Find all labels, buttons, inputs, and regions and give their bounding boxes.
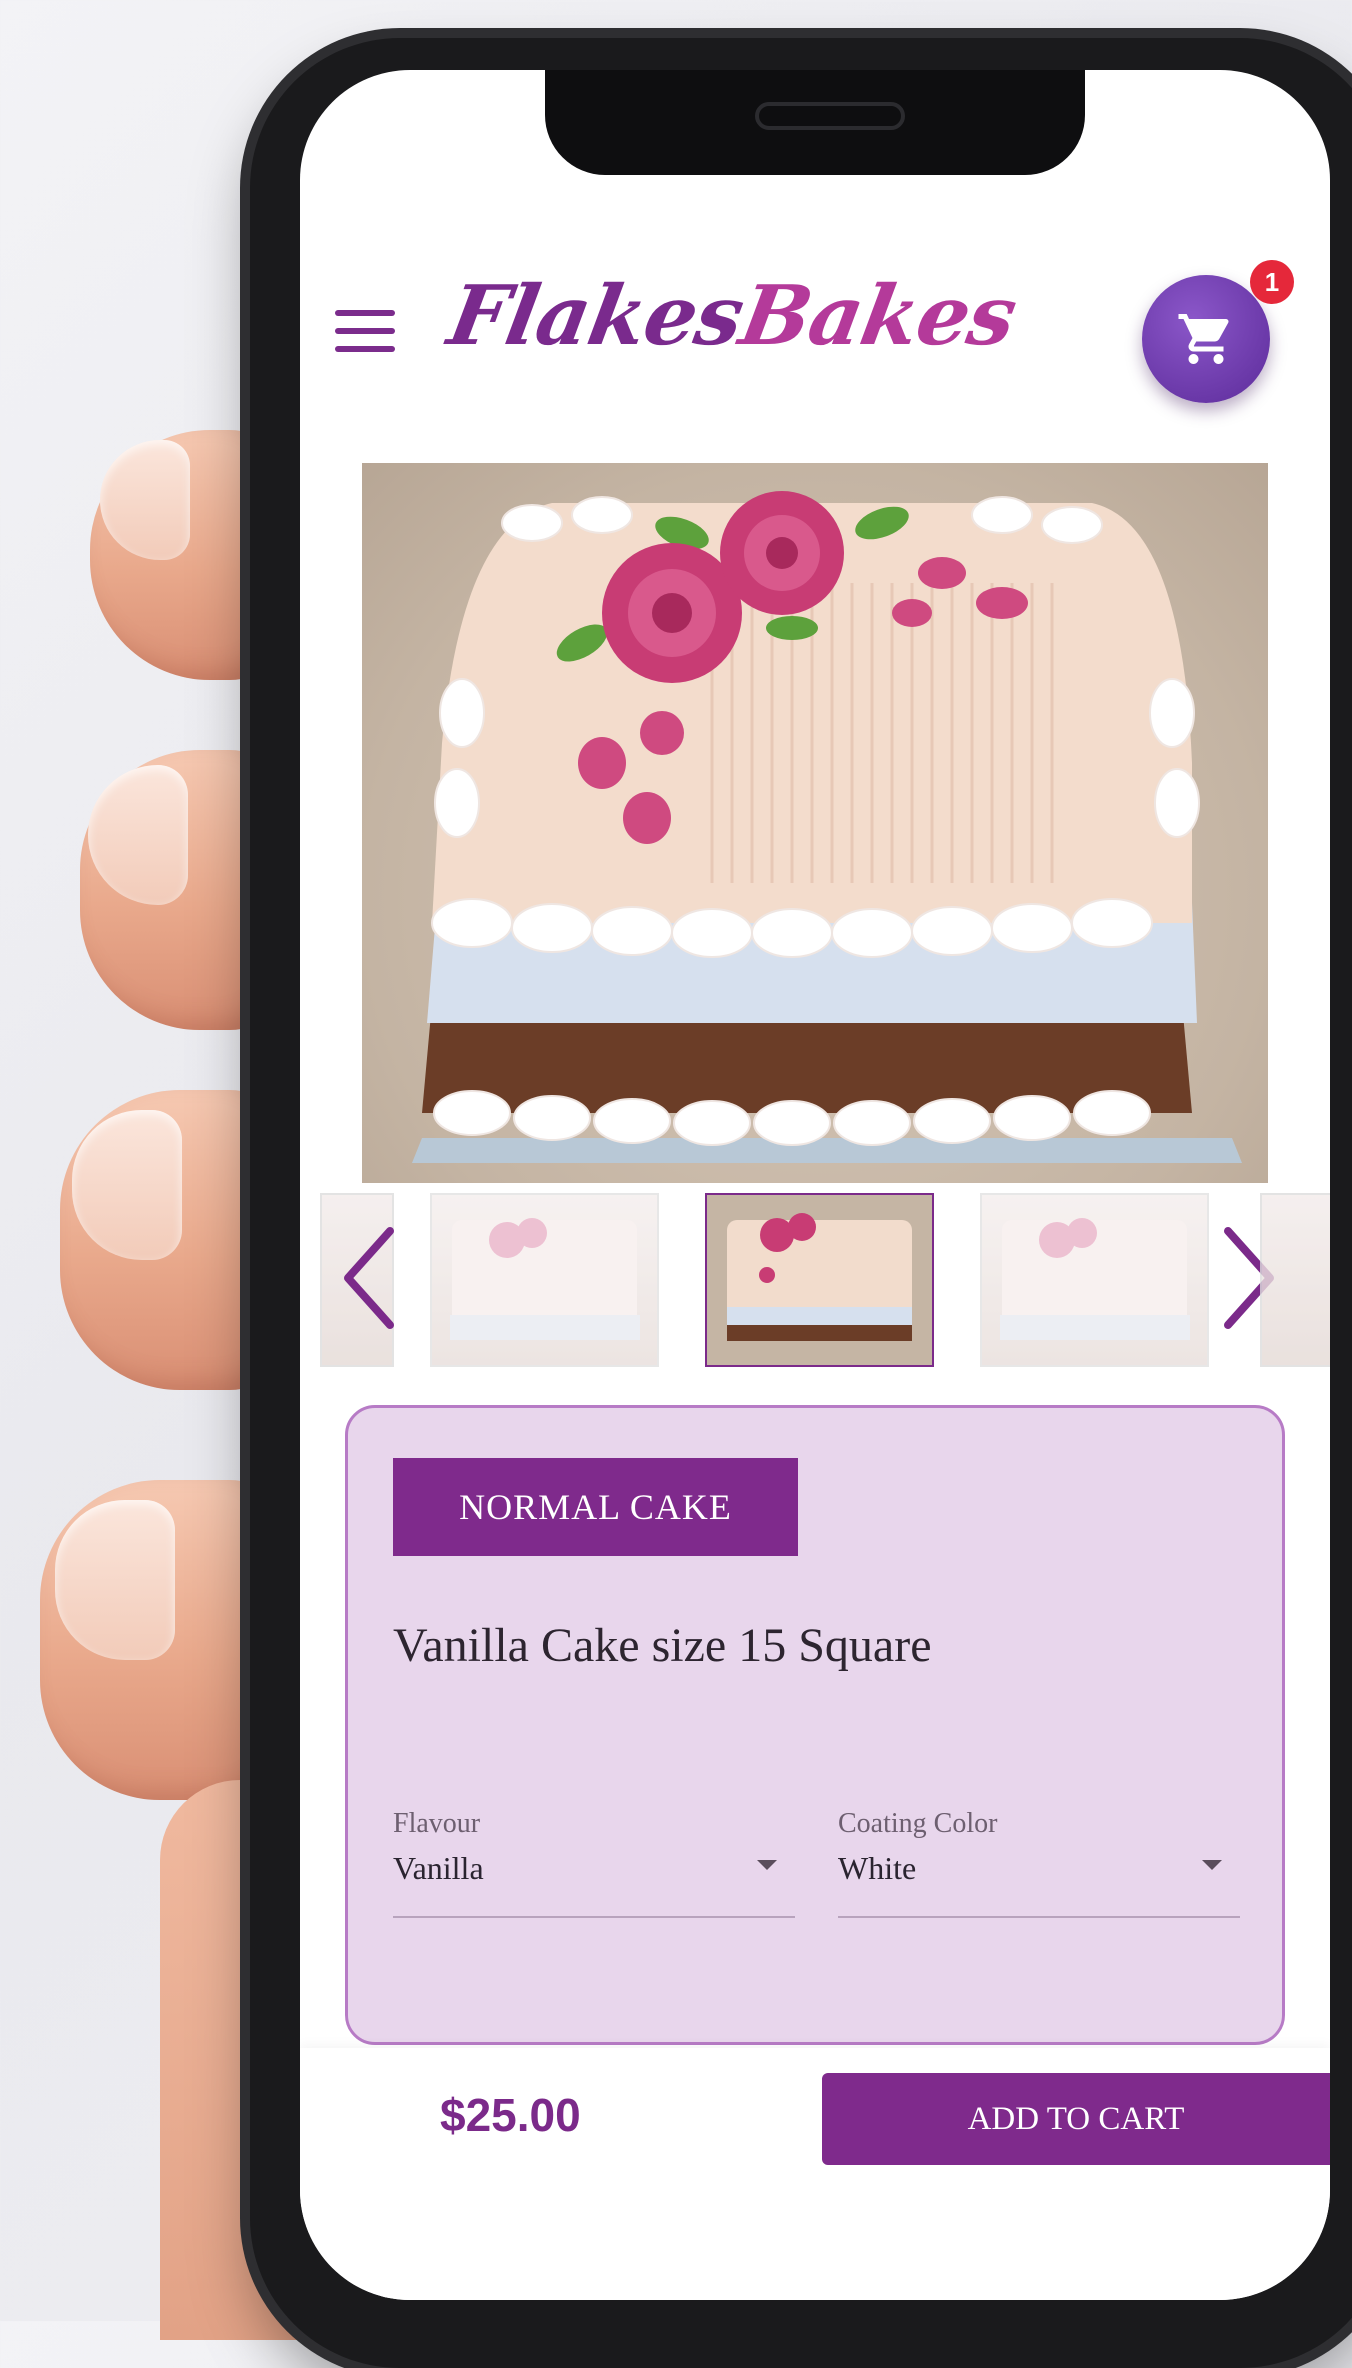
brand-logo: FlakesBakes [442, 268, 1023, 364]
thumbnail-carousel [320, 1183, 1330, 1367]
dropdown-caret-icon [757, 1860, 777, 1870]
thumbnail[interactable] [1260, 1193, 1330, 1367]
product-title: Vanilla Cake size 15 Square [393, 1619, 932, 1672]
cart-button[interactable] [1142, 275, 1270, 403]
logo-text-bakes: Bakes [733, 268, 1023, 364]
cart-count-badge: 1 [1250, 260, 1294, 304]
product-price: $25.00 [440, 2089, 581, 2141]
product-main-image [362, 463, 1268, 1183]
category-badge[interactable]: NORMAL CAKE [393, 1458, 798, 1556]
coating-color-select-label: Coating Color [838, 1808, 998, 1839]
thumbnail[interactable] [430, 1193, 659, 1367]
thumbnail[interactable] [980, 1193, 1209, 1367]
cake-illustration [412, 491, 1242, 1163]
dropdown-caret-icon [1202, 1860, 1222, 1870]
thumbnail-active[interactable] [705, 1193, 934, 1367]
speaker [755, 102, 905, 130]
cart-icon [1178, 314, 1229, 364]
coating-color-select[interactable]: Coating Color White [838, 1808, 1240, 1918]
phone-screen: FlakesBakes 1 NORMAL CAKE Vanilla Cake s… [300, 70, 1330, 2300]
fingernail [55, 1500, 175, 1660]
bottom-action-bar: $25.00 ADD TO CART [300, 2048, 1330, 2300]
notch [545, 70, 1085, 175]
thumbnail-image [707, 1195, 932, 1365]
coating-color-select-value: White [838, 1850, 917, 1886]
product-details-card: NORMAL CAKE Vanilla Cake size 15 Square … [345, 1405, 1285, 2045]
flavour-select-label: Flavour [393, 1808, 481, 1839]
add-to-cart-button[interactable]: ADD TO CART [822, 2073, 1330, 2165]
hamburger-menu-icon[interactable] [335, 310, 395, 354]
thumbnail-image [450, 1218, 640, 1340]
chevron-left-icon[interactable] [338, 1223, 398, 1338]
flavour-select[interactable]: Flavour Vanilla [393, 1808, 795, 1918]
thumbnail-image [1000, 1218, 1190, 1340]
flavour-select-value: Vanilla [393, 1850, 484, 1886]
logo-text-flakes: Flakes [441, 268, 751, 364]
